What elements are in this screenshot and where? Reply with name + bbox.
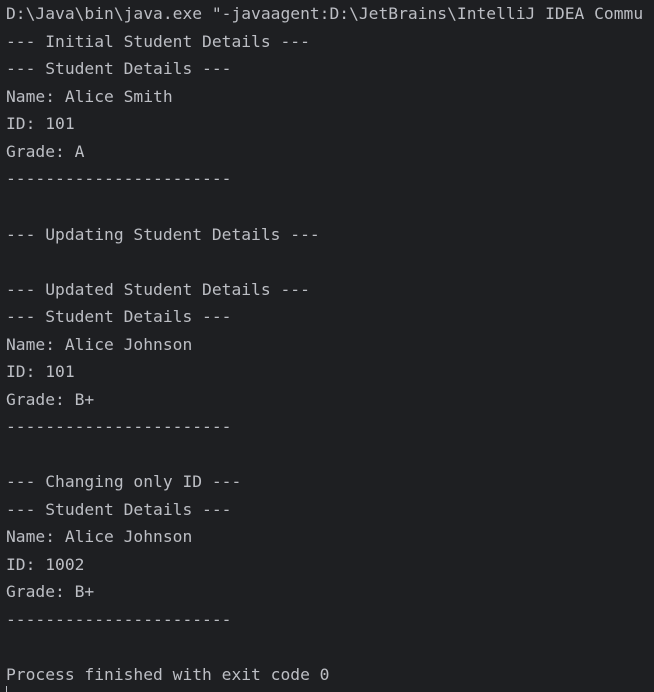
run-console-output[interactable]: D:\Java\bin\java.exe "-javaagent:D:\JetB… xyxy=(0,0,654,692)
separator-line: ----------------------- xyxy=(6,417,232,436)
student-details-header: --- Student Details --- xyxy=(6,307,232,326)
student-name-line: Name: Alice Smith xyxy=(6,87,173,106)
text-caret xyxy=(6,686,7,692)
student-id-line: ID: 101 xyxy=(6,362,75,381)
command-line: D:\Java\bin\java.exe "-javaagent:D:\JetB… xyxy=(6,4,644,23)
student-name-line: Name: Alice Johnson xyxy=(6,527,193,546)
student-name-line: Name: Alice Johnson xyxy=(6,335,193,354)
student-grade-line: Grade: B+ xyxy=(6,390,95,409)
updating-details-header: --- Updating Student Details --- xyxy=(6,225,320,244)
student-grade-line: Grade: A xyxy=(6,142,85,161)
student-details-header: --- Student Details --- xyxy=(6,500,232,519)
student-id-line: ID: 101 xyxy=(6,114,75,133)
process-exit-line: Process finished with exit code 0 xyxy=(6,665,330,684)
initial-details-header: --- Initial Student Details --- xyxy=(6,32,310,51)
student-grade-line: Grade: B+ xyxy=(6,582,95,601)
separator-line: ----------------------- xyxy=(6,169,232,188)
updated-details-header: --- Updated Student Details --- xyxy=(6,280,310,299)
student-details-header: --- Student Details --- xyxy=(6,59,232,78)
separator-line: ----------------------- xyxy=(6,610,232,629)
student-id-line: ID: 1002 xyxy=(6,555,85,574)
changing-id-header: --- Changing only ID --- xyxy=(6,472,242,491)
